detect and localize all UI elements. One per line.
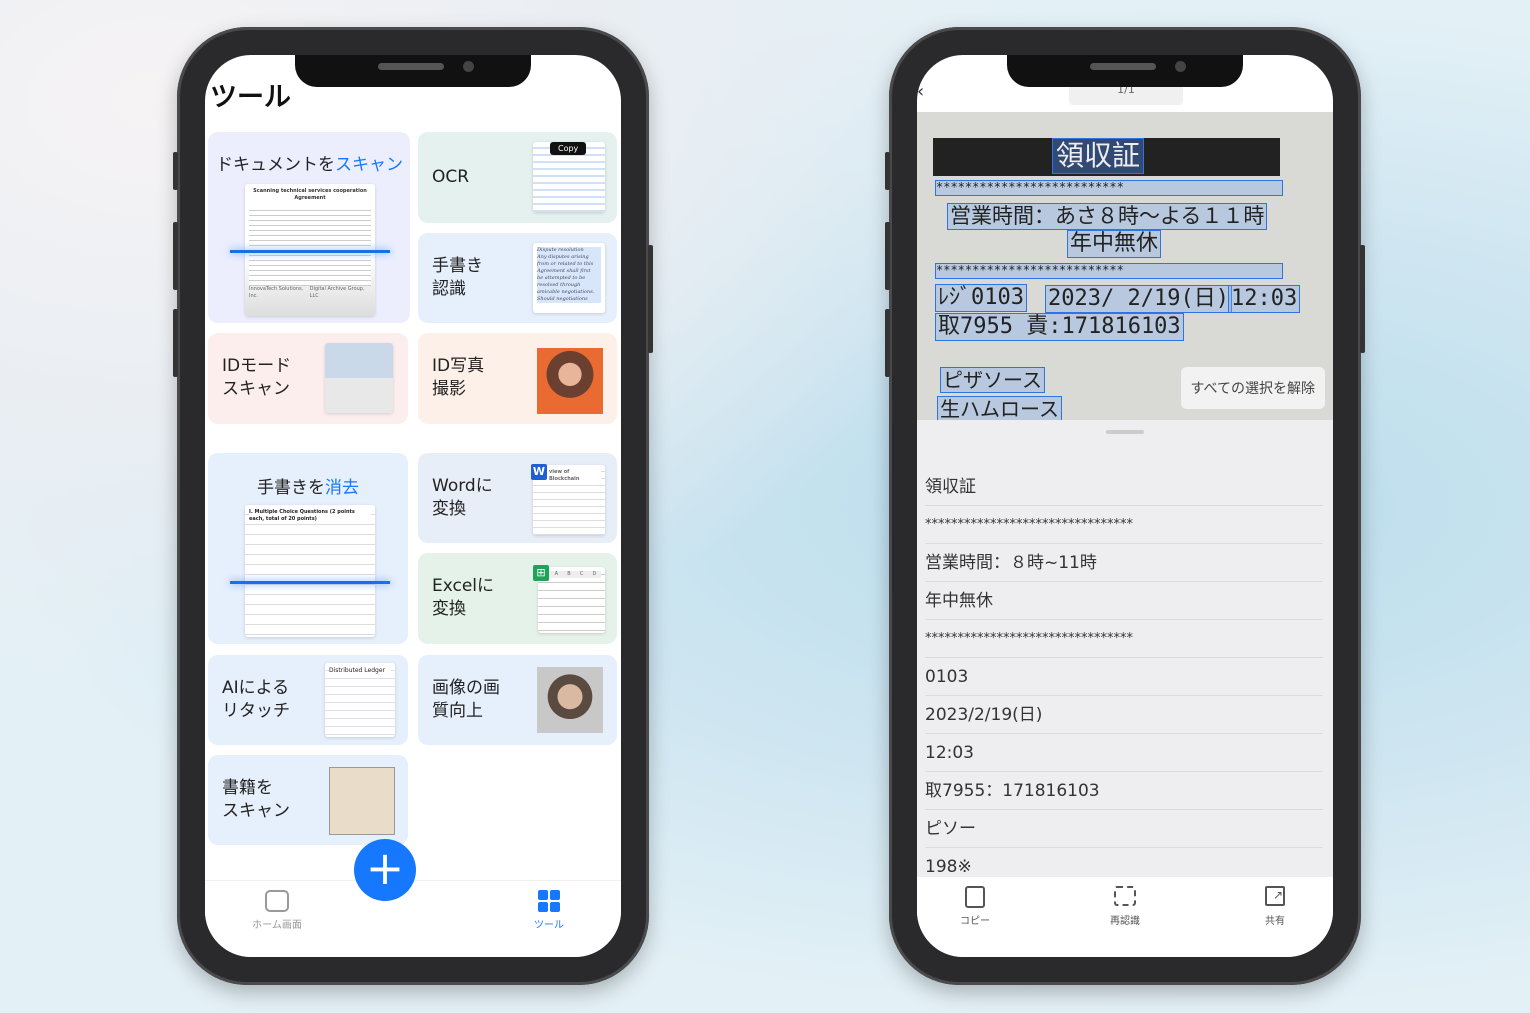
card-label: ドキュメントを (216, 155, 335, 175)
tools-screen: ツール ドキュメントをスキャン Scanning technical servi… (205, 55, 621, 957)
card-label: 手書きを (257, 478, 325, 498)
nav-home-label: ホーム画面 (252, 920, 302, 931)
result-row[interactable]: 領収証 (925, 468, 1323, 506)
ocr-box[interactable]: 領収証 (1052, 138, 1145, 174)
card-ai-retouch[interactable]: AIによる リタッチ Distributed Ledger (208, 655, 408, 745)
plus-icon: + (365, 841, 405, 895)
grid-icon (538, 890, 560, 912)
card-convert-to-excel[interactable]: Excelに 変換 ABCD ⊞ (418, 553, 617, 644)
rescan-icon (1114, 886, 1136, 906)
share-icon: ↗ (1265, 886, 1285, 906)
result-row[interactable]: ピソー (925, 810, 1323, 848)
card-label: 書籍を スキャン (222, 778, 290, 821)
ocr-result-screen: ‹ 1/1 領収証 ************************** 営業時… (917, 55, 1333, 957)
ocr-box[interactable]: 12:03 (1228, 285, 1301, 313)
copy-button[interactable]: コピー (935, 886, 1015, 927)
ocr-box[interactable]: 生ハムロース (937, 396, 1062, 420)
ocr-box[interactable]: ﾚｼﾞ0103 (935, 284, 1027, 312)
card-label: Wordに 変換 (432, 476, 493, 519)
card-erase-handwriting[interactable]: 手書きを消去 I. Multiple Choice Questions (2 p… (208, 453, 408, 644)
card-label: Excelに 変換 (432, 576, 495, 619)
card-ocr[interactable]: OCR Copy (418, 132, 617, 223)
thumb-footer: InnovaTech Solutions, Inc. (249, 286, 304, 299)
card-image-enhance[interactable]: 画像の画 質向上 (418, 655, 617, 745)
thumb-line: Any disputes arising (537, 254, 601, 261)
thumb-footer: Digital Archive Group, LLC (309, 286, 365, 299)
card-label: IDモード スキャン (222, 356, 292, 399)
ocr-box[interactable]: ピザソース (940, 367, 1045, 393)
nav-tools-label: ツール (534, 920, 564, 931)
card-label: OCR (432, 167, 470, 187)
copy-icon (965, 886, 985, 908)
result-row[interactable]: 0103 (925, 658, 1323, 696)
thumb-line: Agreement shall first (537, 268, 601, 275)
book-image (329, 767, 395, 835)
scan-line (230, 250, 390, 253)
left-phone: ツール ドキュメントをスキャン Scanning technical servi… (173, 27, 653, 985)
result-row[interactable]: 12:03 (925, 734, 1323, 772)
ocr-box[interactable]: 2023/ 2/19(日) (1045, 285, 1232, 313)
ocr-box[interactable]: ************************** (935, 180, 1283, 196)
add-button[interactable]: + (354, 839, 416, 901)
portrait-photo (537, 348, 603, 414)
card-book-scan[interactable]: 書籍を スキャン (208, 755, 408, 845)
thumb-line: be attempted to be (537, 275, 601, 282)
thumb-title: I. Multiple Choice Questions (2 points e… (249, 509, 371, 523)
sheet-handle[interactable] (1106, 430, 1144, 434)
nav-home[interactable]: ホーム画面 (237, 890, 317, 931)
card-label: 画像の画 質向上 (432, 678, 500, 721)
right-phone: ‹ 1/1 領収証 ************************** 営業時… (885, 27, 1365, 985)
notch (1007, 55, 1243, 87)
thumb-line: from or related to this (537, 261, 601, 268)
thumb-line: amicable negotiations. (537, 289, 601, 296)
scan-line (230, 581, 390, 584)
enhance-photo (537, 667, 603, 733)
id-card-image (325, 343, 393, 413)
share-label: 共有 (1265, 916, 1285, 927)
ocr-box[interactable]: 年中無休 (1067, 230, 1162, 258)
copy-label: コピー (960, 916, 990, 927)
excel-icon: ⊞ (533, 565, 549, 581)
receipt-image: 領収証 ************************** 営業時間：あさ８時… (917, 112, 1333, 420)
thumb-title: Scanning technical services cooperation … (253, 188, 367, 201)
copy-tooltip: Copy (550, 142, 587, 155)
deselect-all-button[interactable]: すべての選択を解除 (1180, 367, 1325, 409)
thumb-line: Should negotiations (537, 296, 601, 303)
card-label: ID写真 撮影 (432, 356, 485, 399)
card-convert-to-word[interactable]: Wordに 変換 view of Blockchain W (418, 453, 617, 543)
bottom-nav: ホーム画面 ツール (205, 880, 621, 957)
back-icon[interactable]: ‹ (917, 81, 924, 102)
home-icon (265, 890, 289, 912)
card-label: AIによる リタッチ (222, 678, 290, 721)
result-row[interactable]: 2023/2/19(日) (925, 696, 1323, 734)
nav-tools[interactable]: ツール (509, 890, 589, 931)
result-row[interactable]: 年中無休 (925, 582, 1323, 620)
notch (295, 55, 531, 87)
card-document-scan[interactable]: ドキュメントをスキャン Scanning technical services … (208, 132, 410, 323)
card-label-accent: スキャン (335, 155, 403, 175)
result-row[interactable]: 営業時間：８時~11時 (925, 544, 1323, 582)
rescan-button[interactable]: 再認識 (1085, 886, 1165, 927)
ocr-box[interactable]: 取7955 責:171816103 (935, 313, 1184, 341)
ocr-results-sheet: 領収証 ******************************** 営業時… (917, 420, 1333, 877)
result-row[interactable]: 取7955：171816103 (925, 772, 1323, 810)
ocr-box[interactable]: ************************** (935, 263, 1283, 279)
rescan-label: 再認識 (1110, 916, 1140, 927)
word-icon: W (531, 464, 547, 480)
thumb-title: Distributed Ledger (329, 667, 391, 674)
card-id-photo[interactable]: ID写真 撮影 (418, 333, 617, 424)
card-label-accent: 消去 (325, 478, 359, 498)
share-button[interactable]: ↗ 共有 (1235, 886, 1315, 927)
card-handwriting-recognition[interactable]: 手書き 認識 Dispute resolution Any disputes a… (418, 233, 617, 323)
thumb-line: Dispute resolution (537, 247, 601, 254)
thumb-line: resolved through (537, 282, 601, 289)
result-row[interactable]: ******************************** (925, 620, 1323, 658)
bottom-toolbar: コピー 再認識 ↗ 共有 (917, 877, 1333, 957)
card-id-mode-scan[interactable]: IDモード スキャン (208, 333, 408, 424)
card-label: 手書き 認識 (432, 256, 483, 299)
page-title: ツール (210, 82, 291, 113)
result-row[interactable]: ******************************** (925, 506, 1323, 544)
ocr-box[interactable]: 営業時間：あさ８時～よる１１時 (947, 203, 1268, 230)
